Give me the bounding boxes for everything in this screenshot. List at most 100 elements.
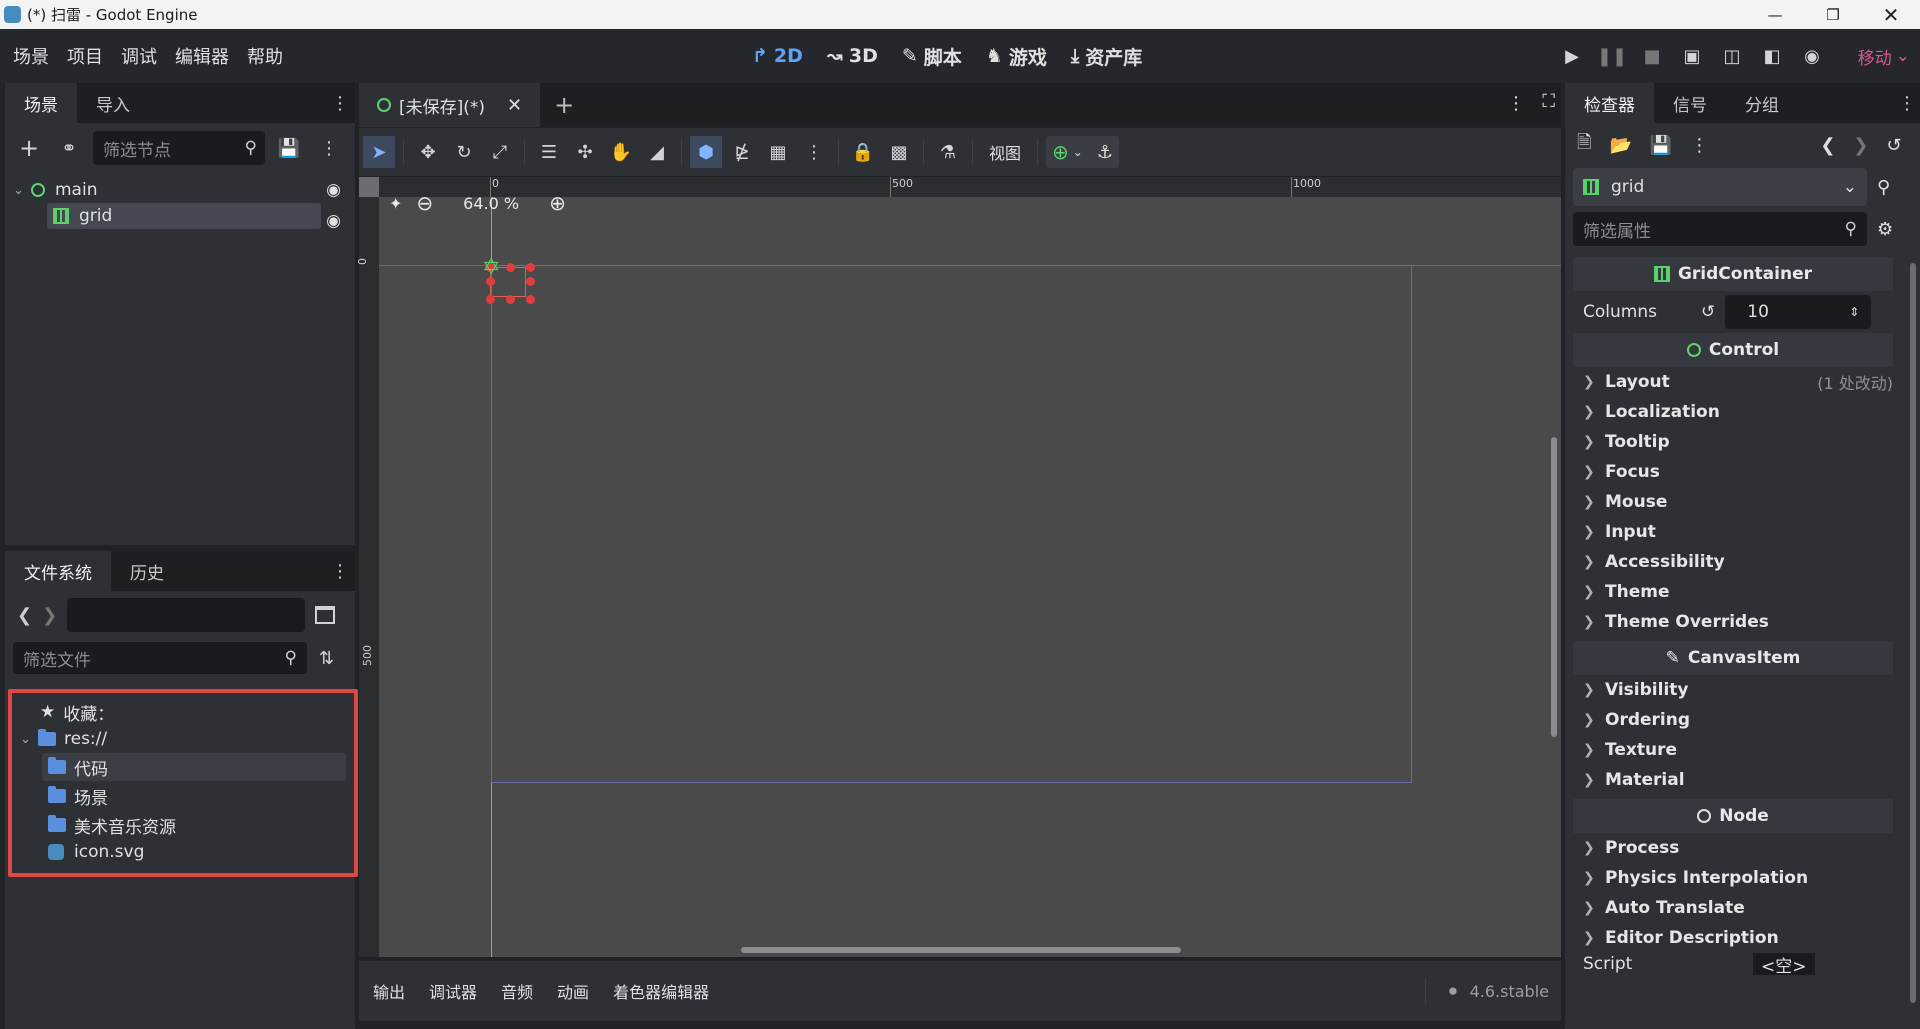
- open-resource-icon[interactable]: 📂: [1609, 135, 1631, 156]
- workspace-2d-button[interactable]: ↱ 2D: [752, 45, 803, 67]
- movie-maker-icon[interactable]: ◉: [1796, 40, 1828, 72]
- center-view-icon[interactable]: ✦: [389, 194, 402, 213]
- menu-debug[interactable]: 调试: [121, 43, 157, 69]
- add-scene-icon[interactable]: +: [554, 91, 574, 119]
- tree-node-grid[interactable]: grid: [47, 203, 321, 229]
- workspace-3d-button[interactable]: ↝ 3D: [827, 45, 878, 67]
- pause-icon[interactable]: ❚❚: [1596, 40, 1628, 72]
- play-scene-icon[interactable]: ◫: [1716, 40, 1748, 72]
- history-back-icon[interactable]: ❮: [1820, 135, 1835, 156]
- property-group-physics-interpolation[interactable]: ❯ Physics Interpolation: [1573, 863, 1893, 893]
- filter-properties-input[interactable]: 筛选属性 ⚲: [1573, 212, 1867, 246]
- visibility-eye-icon[interactable]: ◉: [326, 180, 341, 200]
- tab-groups[interactable]: 分组: [1726, 83, 1798, 123]
- tab-audio[interactable]: 音频: [501, 979, 533, 1003]
- pan-tool-icon[interactable]: ✋: [605, 136, 637, 168]
- tab-signals[interactable]: 信号: [1654, 83, 1726, 123]
- pivot-tool-icon[interactable]: ✣: [569, 136, 601, 168]
- stop-icon[interactable]: ■: [1636, 40, 1668, 72]
- columns-spinbox[interactable]: 10 ⇕: [1725, 295, 1872, 329]
- rotate-tool-icon[interactable]: ↻: [448, 136, 480, 168]
- sort-icon[interactable]: ⇅: [319, 648, 334, 669]
- attach-script-icon[interactable]: 💾: [273, 132, 305, 164]
- forward-arrow-icon[interactable]: ❯: [42, 605, 57, 626]
- property-group-editor-description[interactable]: ❯ Editor Description: [1573, 923, 1893, 953]
- section-control[interactable]: Control: [1573, 333, 1893, 367]
- menu-help[interactable]: 帮助: [247, 43, 283, 69]
- split-view-icon[interactable]: [315, 606, 336, 624]
- property-group-focus[interactable]: ❯ Focus: [1573, 457, 1893, 487]
- lock-icon[interactable]: 🔒: [847, 136, 879, 168]
- inspector-scrollbar[interactable]: [1910, 263, 1916, 1003]
- history-forward-icon[interactable]: ❯: [1853, 135, 1868, 156]
- folder-item[interactable]: 美术音乐资源: [42, 811, 346, 839]
- spin-arrows-icon[interactable]: ⇕: [1849, 305, 1859, 319]
- play-custom-icon[interactable]: ◧: [1756, 40, 1788, 72]
- smart-snap-icon[interactable]: ⬢: [690, 136, 722, 168]
- canvas-viewport[interactable]: 0 500 1000 0 500 ✡ ✦ ⊖ 64.0 % ⊕: [356, 177, 1561, 957]
- property-group-mouse[interactable]: ❯ Mouse: [1573, 487, 1893, 517]
- visibility-eye-icon[interactable]: ◉: [326, 211, 341, 231]
- scene-menu-icon[interactable]: ⋮: [313, 132, 345, 164]
- zoom-level[interactable]: 64.0 %: [463, 194, 519, 213]
- selected-grid-node[interactable]: ✡: [482, 255, 535, 305]
- favorites-row[interactable]: ★ 收藏：: [20, 699, 346, 725]
- bone-tool-icon[interactable]: ⚗: [932, 136, 964, 168]
- horizontal-scrollbar[interactable]: [741, 947, 1181, 953]
- tab-history[interactable]: 历史: [111, 551, 183, 591]
- play-icon[interactable]: ▶: [1556, 40, 1588, 72]
- snap-menu-icon[interactable]: ⋮: [798, 136, 830, 168]
- tab-shader-editor[interactable]: 着色器编辑器: [613, 979, 709, 1003]
- zoom-in-icon[interactable]: ⊕: [549, 191, 566, 215]
- property-settings-icon[interactable]: ⚙: [1877, 219, 1893, 240]
- scale-tool-icon[interactable]: ⤢: [484, 136, 516, 168]
- restore-button[interactable]: ❐: [1804, 0, 1862, 29]
- tab-filesystem[interactable]: 文件系统: [5, 551, 111, 591]
- dock-menu-icon[interactable]: ⋮: [331, 93, 349, 114]
- tab-scene[interactable]: 场景: [5, 83, 77, 123]
- property-group-material[interactable]: ❯ Material: [1573, 765, 1893, 795]
- section-gridcontainer[interactable]: GridContainer: [1573, 257, 1893, 291]
- tab-import[interactable]: 导入: [77, 83, 149, 123]
- revert-icon[interactable]: ↺: [1701, 302, 1715, 322]
- filter-nodes-input[interactable]: 筛选节点 ⚲: [93, 131, 265, 165]
- property-group-process[interactable]: ❯ Process: [1573, 833, 1893, 863]
- path-input[interactable]: [67, 598, 306, 632]
- folder-item[interactable]: 代码: [42, 753, 346, 781]
- property-group-texture[interactable]: ❯ Texture: [1573, 735, 1893, 765]
- tree-node-main[interactable]: ⌄ main ◉: [13, 177, 347, 203]
- folder-item[interactable]: 场景: [42, 781, 346, 811]
- property-group-localization[interactable]: ❯ Localization: [1573, 397, 1893, 427]
- property-group-visibility[interactable]: ❯ Visibility: [1573, 675, 1893, 705]
- folder-res-root[interactable]: ⌄ res://: [20, 725, 346, 753]
- anchor-handles-icon[interactable]: ✡: [482, 255, 500, 280]
- view-menu[interactable]: 视图: [981, 140, 1029, 164]
- fullscreen-icon[interactable]: ⛶: [1542, 91, 1555, 112]
- back-arrow-icon[interactable]: ❮: [17, 605, 32, 626]
- workspace-script-button[interactable]: ✎ 脚本: [902, 43, 962, 70]
- link-icon[interactable]: ⚭: [53, 132, 85, 164]
- close-tab-icon[interactable]: ✕: [507, 95, 522, 116]
- workspace-assetlib-button[interactable]: ⤓ 资产库: [1071, 43, 1142, 70]
- tab-animation[interactable]: 动画: [557, 979, 589, 1003]
- file-item[interactable]: icon.svg: [42, 839, 346, 865]
- zoom-out-icon[interactable]: ⊖: [416, 191, 433, 215]
- tab-inspector[interactable]: 检查器: [1565, 83, 1654, 123]
- property-group-tooltip[interactable]: ❯ Tooltip: [1573, 427, 1893, 457]
- new-resource-icon[interactable]: 🗎: [1577, 130, 1591, 160]
- property-group-accessibility[interactable]: ❯ Accessibility: [1573, 547, 1893, 577]
- move-tool-icon[interactable]: ✥: [412, 136, 444, 168]
- section-canvasitem[interactable]: ✎ CanvasItem: [1573, 641, 1893, 675]
- tab-output[interactable]: 输出: [373, 979, 405, 1003]
- scene-tabs-menu-icon[interactable]: ⋮: [1507, 93, 1525, 114]
- close-window-button[interactable]: ✕: [1862, 0, 1920, 29]
- ruler-tool-icon[interactable]: ◢: [641, 136, 673, 168]
- property-group-auto-translate[interactable]: ❯ Auto Translate: [1573, 893, 1893, 923]
- property-group-input[interactable]: ❯ Input: [1573, 517, 1893, 547]
- snap-settings-icon[interactable]: ⋭: [726, 136, 758, 168]
- minimize-button[interactable]: —: [1746, 0, 1804, 29]
- menu-project[interactable]: 项目: [67, 43, 103, 69]
- add-node-here-button[interactable]: ⊕ ⌄ ⚓: [1046, 136, 1119, 168]
- workspace-game-button[interactable]: ♞ 游戏: [986, 43, 1047, 70]
- menu-scene[interactable]: 场景: [13, 43, 49, 69]
